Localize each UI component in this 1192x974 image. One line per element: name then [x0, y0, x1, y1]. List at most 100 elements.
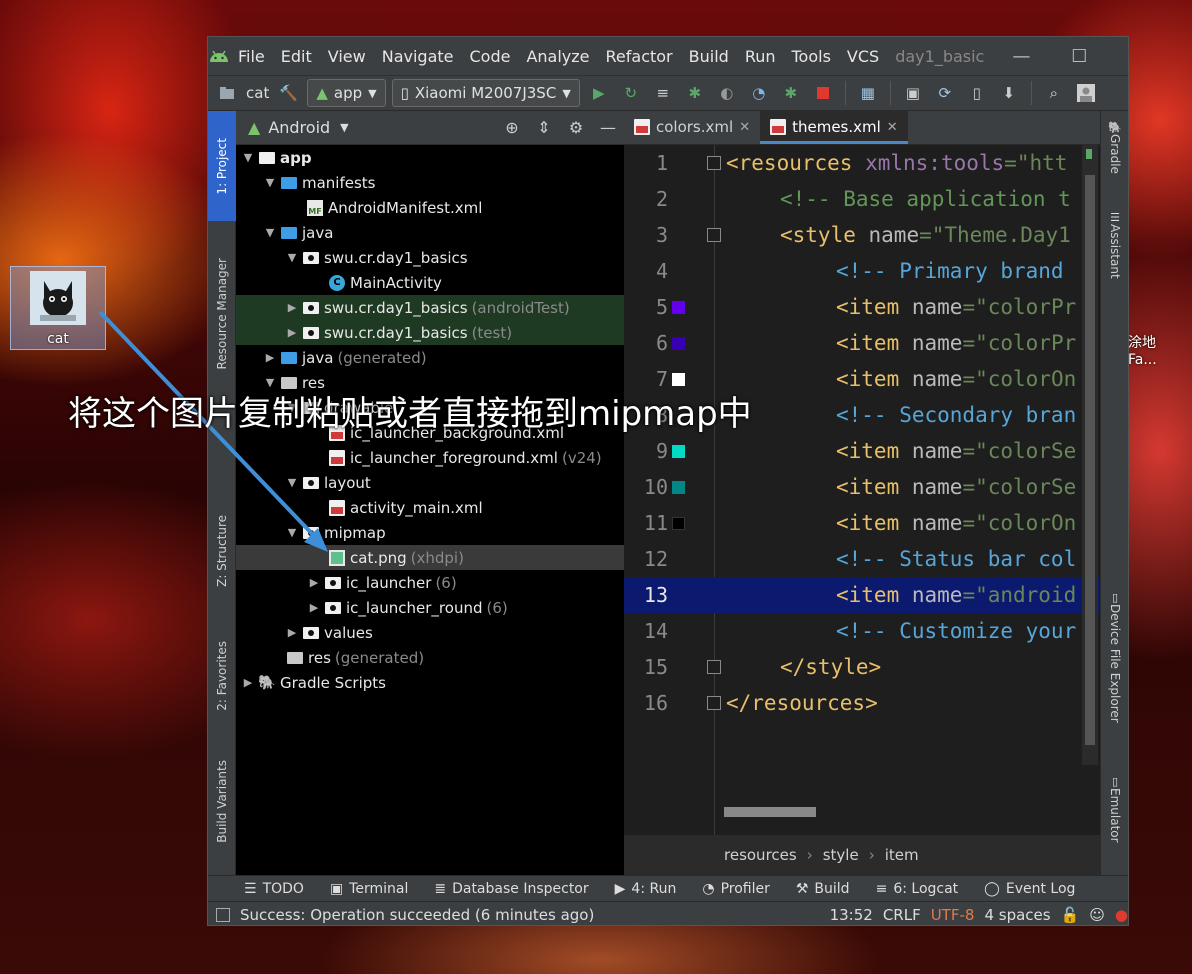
breadcrumb-item[interactable]: item	[885, 846, 919, 864]
menu-navigate[interactable]: Navigate	[374, 47, 462, 66]
breadcrumb-item[interactable]: style	[823, 846, 859, 864]
error-icon[interactable]: ●	[1115, 906, 1128, 924]
tab-structure[interactable]: Z: Structure	[208, 491, 236, 611]
gear-icon[interactable]: ⚙	[560, 118, 592, 137]
tab-gradle[interactable]: 🐘 Gradle	[1107, 121, 1123, 191]
tool-terminal[interactable]: ▣ Terminal	[330, 881, 408, 897]
toggle-panels-icon[interactable]	[216, 907, 230, 922]
menu-run[interactable]: Run	[737, 47, 784, 66]
hide-panel-icon[interactable]: —	[592, 118, 624, 137]
tree-item-package-main[interactable]: ▼ swu.cr.day1_basics	[236, 245, 624, 270]
inspector-icon[interactable]: ☺	[1089, 906, 1105, 924]
maximize-button[interactable]: ☐	[1050, 46, 1108, 67]
menu-build[interactable]: Build	[681, 47, 737, 66]
tool-event-log[interactable]: ◯ Event Log	[984, 881, 1075, 897]
tool-profiler[interactable]: ◔ Profiler	[702, 881, 770, 897]
apply-code-changes-icon[interactable]: ≡	[650, 80, 676, 106]
fold-marker-icon[interactable]	[707, 660, 721, 674]
fold-marker-icon[interactable]	[707, 156, 721, 170]
tree-item-androidmanifest[interactable]: MF AndroidManifest.xml	[236, 195, 624, 220]
menu-analyze[interactable]: Analyze	[518, 47, 597, 66]
menu-refactor[interactable]: Refactor	[598, 47, 681, 66]
run-icon[interactable]: ▶	[586, 80, 612, 106]
menu-file[interactable]: File	[230, 47, 273, 66]
tab-colors-xml[interactable]: colors.xml ✕	[624, 110, 760, 144]
apply-changes-icon[interactable]: ↻	[618, 80, 644, 106]
tree-item-layout[interactable]: ▼ layout	[236, 470, 624, 495]
file-encoding[interactable]: UTF-8	[931, 906, 975, 924]
menu-vcs[interactable]: VCS	[839, 47, 887, 66]
tree-item-package-test[interactable]: ▶ swu.cr.day1_basics (test)	[236, 320, 624, 345]
menu-view[interactable]: View	[320, 47, 374, 66]
status-message[interactable]: Success: Operation succeeded (6 minutes …	[240, 906, 820, 924]
vertical-scrollbar[interactable]	[1082, 145, 1098, 765]
search-icon[interactable]: ⌕	[1041, 80, 1067, 106]
menu-code[interactable]: Code	[462, 47, 519, 66]
color-swatch[interactable]	[672, 301, 685, 314]
close-window-button[interactable]: ✕	[1108, 46, 1128, 67]
line-separator[interactable]: CRLF	[883, 906, 921, 924]
close-tab-icon[interactable]: ✕	[887, 120, 898, 135]
scrollbar-thumb[interactable]	[1085, 175, 1095, 745]
tool-database-inspector[interactable]: ≣ Database Inspector	[434, 881, 588, 897]
desktop-icon-cat[interactable]: cat	[10, 266, 106, 350]
tab-project[interactable]: 1: Project	[208, 111, 236, 221]
tool-run[interactable]: ▶ 4: Run	[615, 881, 677, 897]
avd-manager-icon[interactable]: ▯	[964, 80, 990, 106]
tree-item-values[interactable]: ▶ values	[236, 620, 624, 645]
sdk-manager-icon[interactable]: ⬇	[996, 80, 1022, 106]
layout-inspector-icon[interactable]: ▣	[900, 80, 926, 106]
tab-favorites[interactable]: 2: Favorites	[208, 621, 236, 731]
tool-logcat[interactable]: ≡ 6: Logcat	[876, 881, 959, 897]
fold-marker-icon[interactable]	[707, 228, 721, 242]
color-swatch[interactable]	[672, 481, 685, 494]
lock-icon[interactable]: 🔓	[1061, 906, 1080, 924]
color-swatch[interactable]	[672, 337, 685, 350]
color-swatch[interactable]	[672, 445, 685, 458]
tree-item-ic-launcher[interactable]: ▶ ic_launcher (6)	[236, 570, 624, 595]
project-structure-icon[interactable]: ▦	[855, 80, 881, 106]
account-avatar-icon[interactable]	[1073, 80, 1099, 106]
tab-device-file-explorer[interactable]: ▯ Device File Explorer	[1107, 591, 1123, 741]
tree-item-package-androidtest[interactable]: ▶ swu.cr.day1_basics (androidTest)	[236, 295, 624, 320]
tree-item-cat-png[interactable]: cat.png (xhdpi)	[236, 545, 624, 570]
tab-resource-manager[interactable]: Resource Manager	[208, 239, 236, 389]
collapse-all-icon[interactable]: ⇕	[528, 118, 560, 137]
tree-item-ic-launcher-foreground[interactable]: ic_launcher_foreground.xml (v24)	[236, 445, 624, 470]
tree-item-java-generated[interactable]: ▶ java (generated)	[236, 345, 624, 370]
tree-item-manifests[interactable]: ▼ manifests	[236, 170, 624, 195]
tree-item-mipmap[interactable]: ▼ mipmap	[236, 520, 624, 545]
tree-item-app[interactable]: ▼ app	[236, 145, 624, 170]
color-swatch[interactable]	[672, 517, 685, 530]
tree-item-java[interactable]: ▼ java	[236, 220, 624, 245]
project-name[interactable]: cat	[246, 84, 269, 102]
menu-tools[interactable]: Tools	[784, 47, 839, 66]
locate-target-icon[interactable]: ⊕	[496, 118, 528, 137]
tree-item-mainactivity[interactable]: C MainActivity	[236, 270, 624, 295]
project-view-selector[interactable]: Android	[268, 118, 330, 137]
breadcrumb-item[interactable]: resources	[724, 846, 797, 864]
menu-edit[interactable]: Edit	[273, 47, 320, 66]
tab-assistant[interactable]: ☰ Assistant	[1107, 211, 1123, 291]
coverage-icon[interactable]: ◐	[714, 80, 740, 106]
run-config-dropdown[interactable]: ▲ app ▼	[307, 79, 386, 107]
tool-todo[interactable]: ☰ TODO	[244, 881, 304, 897]
caret-position[interactable]: 13:52	[830, 906, 873, 924]
build-hammer-icon[interactable]: 🔨	[275, 80, 301, 106]
tool-build[interactable]: ⚒ Build	[796, 881, 850, 897]
tree-item-res-generated[interactable]: res (generated)	[236, 645, 624, 670]
tree-item-activity-main[interactable]: activity_main.xml	[236, 495, 624, 520]
close-tab-icon[interactable]: ✕	[739, 120, 750, 135]
code-area[interactable]: 1 <resources xmlns:tools="htt 2 <!-- Bas…	[624, 145, 1100, 835]
tree-item-ic-launcher-round[interactable]: ▶ ic_launcher_round (6)	[236, 595, 624, 620]
profile-icon[interactable]: ◔	[746, 80, 772, 106]
chevron-down-icon[interactable]: ▼	[340, 121, 348, 134]
tree-item-gradle-scripts[interactable]: ▶ 🐘 Gradle Scripts	[236, 670, 624, 695]
attach-debugger-icon[interactable]: ✱	[778, 80, 804, 106]
horizontal-scrollbar-thumb[interactable]	[724, 807, 816, 817]
tab-build-variants[interactable]: Build Variants	[208, 741, 236, 861]
tab-themes-xml[interactable]: themes.xml ✕	[760, 110, 908, 144]
indent-setting[interactable]: 4 spaces	[984, 906, 1050, 924]
minimize-button[interactable]: —	[992, 46, 1050, 67]
fold-marker-icon[interactable]	[707, 696, 721, 710]
